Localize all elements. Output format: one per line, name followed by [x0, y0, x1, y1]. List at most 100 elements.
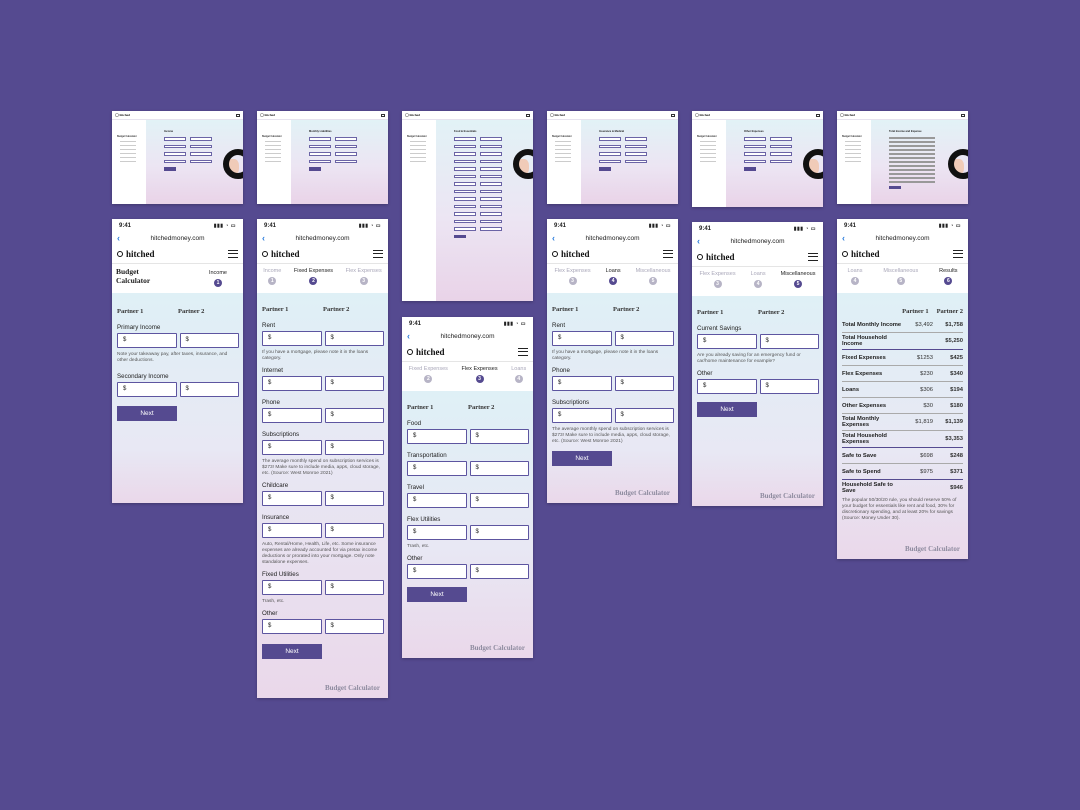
- food-p1[interactable]: $: [407, 429, 467, 444]
- menu-icon[interactable]: [228, 249, 238, 258]
- app-header: hitched: [402, 342, 533, 362]
- tab-loans[interactable]: Loans 4: [511, 366, 526, 383]
- field-label: Primary Income: [117, 324, 161, 331]
- transport-p1[interactable]: $: [407, 461, 467, 476]
- url-bar[interactable]: ‹ hitchedmoney.com: [112, 232, 243, 244]
- savings-p1[interactable]: $: [697, 334, 757, 349]
- other-p1[interactable]: $: [697, 379, 757, 394]
- other-p1[interactable]: $: [407, 564, 467, 579]
- tab-fixed-expenses[interactable]: Fixed Expenses 2: [409, 366, 448, 383]
- tab-income[interactable]: Income 1: [209, 270, 227, 287]
- section-heading: Insurance & Medical: [599, 130, 625, 133]
- next-button[interactable]: [744, 167, 756, 171]
- tab-flex-expenses[interactable]: Flex Expenses 3: [700, 271, 736, 288]
- url-bar[interactable]: ‹ hitchedmoney.com: [547, 232, 678, 244]
- phone-p1[interactable]: $: [262, 408, 322, 423]
- logo-icon: [262, 250, 268, 257]
- savings-p2[interactable]: $: [759, 334, 819, 349]
- next-button[interactable]: [164, 167, 176, 171]
- subscriptions-p2[interactable]: $: [324, 440, 384, 455]
- primary-income-p2[interactable]: $: [179, 333, 239, 348]
- result-row: Loans $306 $194: [842, 386, 963, 393]
- back-icon[interactable]: ‹: [117, 232, 120, 244]
- rent-p1[interactable]: $: [262, 331, 322, 346]
- other-p1[interactable]: $: [262, 619, 322, 634]
- tab-fixed-expenses[interactable]: Fixed Expenses 2: [294, 268, 333, 285]
- other-p2[interactable]: $: [469, 564, 529, 579]
- footer-title: Budget Calculator: [469, 644, 525, 652]
- back-icon[interactable]: ‹: [407, 330, 410, 342]
- partner-headers: Partner 1 Partner 2: [407, 404, 495, 411]
- next-button[interactable]: Next: [552, 451, 612, 466]
- next-button[interactable]: Next: [407, 587, 467, 602]
- tab-income[interactable]: Income 1: [263, 268, 281, 285]
- childcare-p1[interactable]: $: [262, 491, 322, 506]
- tab-miscellaneous[interactable]: Miscellaneous 5: [781, 271, 815, 288]
- next-button[interactable]: [599, 167, 611, 171]
- subscriptions-p2[interactable]: $: [614, 408, 674, 423]
- travel-p2[interactable]: $: [469, 493, 529, 508]
- internet-p1[interactable]: $: [262, 376, 322, 391]
- tab-flex-expenses[interactable]: Flex Expenses 3: [555, 268, 591, 285]
- insurance-p1[interactable]: $: [262, 523, 322, 538]
- status-bar: 9:41 ▮▮▮ ◔ ▭: [844, 222, 961, 229]
- menu-icon[interactable]: [808, 252, 818, 261]
- field-label: Phone: [552, 367, 570, 374]
- tab-loans[interactable]: Loans 4: [847, 268, 862, 285]
- rent-p2[interactable]: $: [614, 331, 674, 346]
- next-button[interactable]: [889, 185, 901, 189]
- result-row: Total Household Expenses $3,353: [842, 433, 963, 445]
- menu-icon[interactable]: [953, 249, 963, 258]
- insurance-p2[interactable]: $: [324, 523, 384, 538]
- menu-icon[interactable]: [373, 249, 383, 258]
- next-button[interactable]: [454, 234, 466, 238]
- fixed-utilities-p1[interactable]: $: [262, 580, 322, 595]
- food-p2[interactable]: $: [469, 429, 529, 444]
- tab-miscellaneous[interactable]: Miscellaneous 5: [636, 268, 670, 285]
- fixed-utilities-p2[interactable]: $: [324, 580, 384, 595]
- tab-loans[interactable]: Loans 4: [606, 268, 621, 285]
- menu-icon[interactable]: [663, 249, 673, 258]
- menu-icon[interactable]: [518, 347, 528, 356]
- back-icon[interactable]: ‹: [842, 232, 845, 244]
- tab-flex-expenses[interactable]: Flex Expenses 3: [346, 268, 382, 285]
- desktop-thumbnail: ◯ hitched Budget Calculator Food & Essenti…: [402, 111, 533, 301]
- logo-icon: [842, 250, 848, 257]
- next-button[interactable]: Next: [117, 406, 177, 421]
- tab-loans[interactable]: Loans 4: [751, 271, 766, 288]
- phone-p1[interactable]: $: [552, 376, 612, 391]
- back-icon[interactable]: ‹: [552, 232, 555, 244]
- next-button[interactable]: Next: [697, 402, 757, 417]
- flex-utilities-p1[interactable]: $: [407, 525, 467, 540]
- secondary-income-p2[interactable]: $: [179, 382, 239, 397]
- tab-miscellaneous[interactable]: Miscellaneous 5: [883, 268, 918, 285]
- url-bar[interactable]: ‹ hitchedmoney.com: [692, 235, 823, 247]
- internet-p2[interactable]: $: [324, 376, 384, 391]
- phone-flex-expenses: 9:41 ▮▮▮ ◔ ▭ ‹ hitchedmoney.com hitched Fi…: [402, 317, 533, 658]
- tab-flex-expenses[interactable]: Flex Expenses 3: [462, 366, 498, 383]
- flex-utilities-p2[interactable]: $: [469, 525, 529, 540]
- primary-income-p1[interactable]: $: [117, 333, 177, 348]
- url-bar[interactable]: ‹ hitchedmoney.com: [402, 330, 533, 342]
- phone-p2[interactable]: $: [614, 376, 674, 391]
- tab-results[interactable]: Results 6: [939, 268, 958, 285]
- other-p2[interactable]: $: [324, 619, 384, 634]
- childcare-p2[interactable]: $: [324, 491, 384, 506]
- other-p2[interactable]: $: [759, 379, 819, 394]
- secondary-income-p1[interactable]: $: [117, 382, 177, 397]
- back-icon[interactable]: ‹: [262, 232, 265, 244]
- subscriptions-p1[interactable]: $: [552, 408, 612, 423]
- phone-p2[interactable]: $: [324, 408, 384, 423]
- next-button[interactable]: [309, 167, 321, 171]
- field-note: If you have a mortgage, please note it i…: [262, 350, 369, 361]
- transport-p2[interactable]: $: [469, 461, 529, 476]
- rent-p1[interactable]: $: [552, 331, 612, 346]
- url-bar[interactable]: ‹ hitchedmoney.com: [837, 232, 968, 244]
- url-bar[interactable]: ‹ hitchedmoney.com: [257, 232, 388, 244]
- travel-p1[interactable]: $: [407, 493, 467, 508]
- rent-p2[interactable]: $: [324, 331, 384, 346]
- back-icon[interactable]: ‹: [697, 235, 700, 247]
- subscriptions-p1[interactable]: $: [262, 440, 322, 455]
- field-label: Flex Utilities: [407, 516, 441, 523]
- next-button[interactable]: Next: [262, 644, 322, 659]
